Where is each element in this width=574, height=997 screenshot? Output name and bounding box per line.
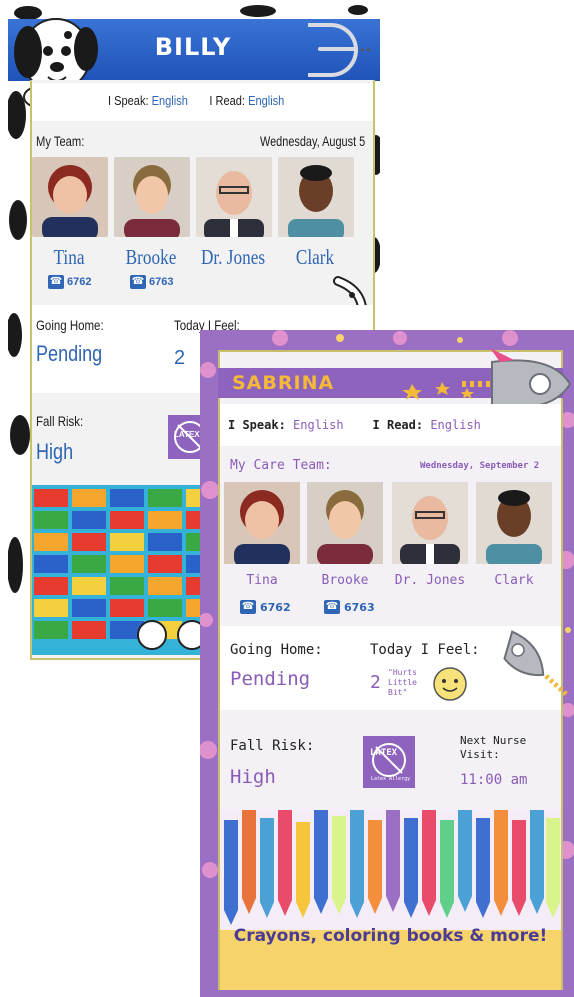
language-line: I Speak: English I Read: English	[108, 93, 284, 108]
going-home-value: Pending	[230, 668, 311, 690]
feel-note: "Hurts Little Bit"	[388, 668, 417, 697]
speak-label: I Speak:	[228, 418, 286, 432]
feel-label: Today I Feel:	[370, 642, 480, 658]
phone-icon: ☎	[48, 275, 64, 289]
team-photo-brooke[interactable]	[307, 482, 383, 564]
team-date: Wednesday, September 2	[420, 461, 540, 471]
fall-risk-label: Fall Risk:	[36, 413, 84, 429]
read-value: English	[430, 418, 481, 432]
team-photo-tina[interactable]	[224, 482, 300, 564]
team-label: My Care Team:	[230, 458, 332, 473]
team-photo-dr-jones[interactable]	[196, 157, 272, 237]
team-name-dr-jones: Dr. Jones	[394, 573, 466, 588]
latex-sub-label: Latex Allergy	[371, 776, 411, 782]
crayons-graphic	[220, 810, 561, 930]
smiley-face-icon	[433, 667, 467, 701]
small-rocket-icon	[503, 630, 568, 696]
read-label: I Read:	[372, 418, 424, 432]
phone-extension[interactable]: 6762	[260, 601, 291, 614]
team-name-clark: Clark	[494, 573, 534, 588]
next-visit-value: 11:00 am	[460, 772, 528, 788]
read-label: I Read:	[209, 93, 246, 108]
team-name-clark: Clark	[295, 245, 335, 269]
team-name-brooke: Brooke	[321, 573, 369, 588]
feel-value: 2	[174, 347, 186, 369]
fall-risk-value: High	[230, 766, 276, 788]
team-name-dr-jones: Dr. Jones	[200, 245, 266, 269]
team-name-tina: Tina	[246, 573, 278, 588]
speak-value: English	[151, 93, 188, 108]
team-name-tina: Tina	[53, 245, 85, 269]
activity-caption: Crayons, coloring books & more!	[233, 926, 548, 946]
sabrina-patient-card: SABRINA I Speak: English I Read: English…	[200, 330, 574, 997]
phone-extension[interactable]: 6763	[149, 276, 173, 288]
speak-label: I Speak:	[108, 93, 149, 108]
read-value: English	[248, 93, 285, 108]
team-name-brooke: Brooke	[125, 245, 177, 269]
feel-value: 2	[370, 672, 381, 693]
speak-value: English	[293, 418, 344, 432]
more-dots-icon: ••	[360, 43, 373, 57]
team-label: My Team:	[36, 133, 85, 149]
phone-extension[interactable]: 6762	[67, 276, 91, 288]
team-photo-tina[interactable]	[32, 157, 108, 237]
phone-icon: ☎	[240, 600, 256, 614]
phone-extension[interactable]: 6763	[344, 601, 375, 614]
patient-name: BILLY	[154, 33, 232, 61]
next-visit-label: Next Nurse Visit:	[460, 734, 527, 761]
team-photo-brooke[interactable]	[114, 157, 190, 237]
latex-label: LATEX	[370, 748, 398, 758]
fall-risk-label: Fall Risk:	[230, 738, 315, 754]
team-date: Wednesday, August 5	[260, 133, 366, 149]
fall-risk-value: High	[36, 439, 74, 464]
going-home-label: Going Home:	[230, 642, 323, 658]
patient-name: SABRINA	[232, 372, 335, 394]
phone-icon: ☎	[130, 275, 146, 289]
team-photo-clark[interactable]	[476, 482, 552, 564]
language-line: I Speak: English I Read: English	[228, 418, 481, 432]
phone-icon: ☎	[324, 600, 340, 614]
team-photo-clark[interactable]	[278, 157, 354, 237]
latex-label: LATEX	[174, 430, 200, 439]
going-home-value: Pending	[36, 341, 103, 366]
menu-icon	[318, 47, 358, 51]
going-home-label: Going Home:	[36, 317, 104, 333]
team-photo-dr-jones[interactable]	[392, 482, 468, 564]
